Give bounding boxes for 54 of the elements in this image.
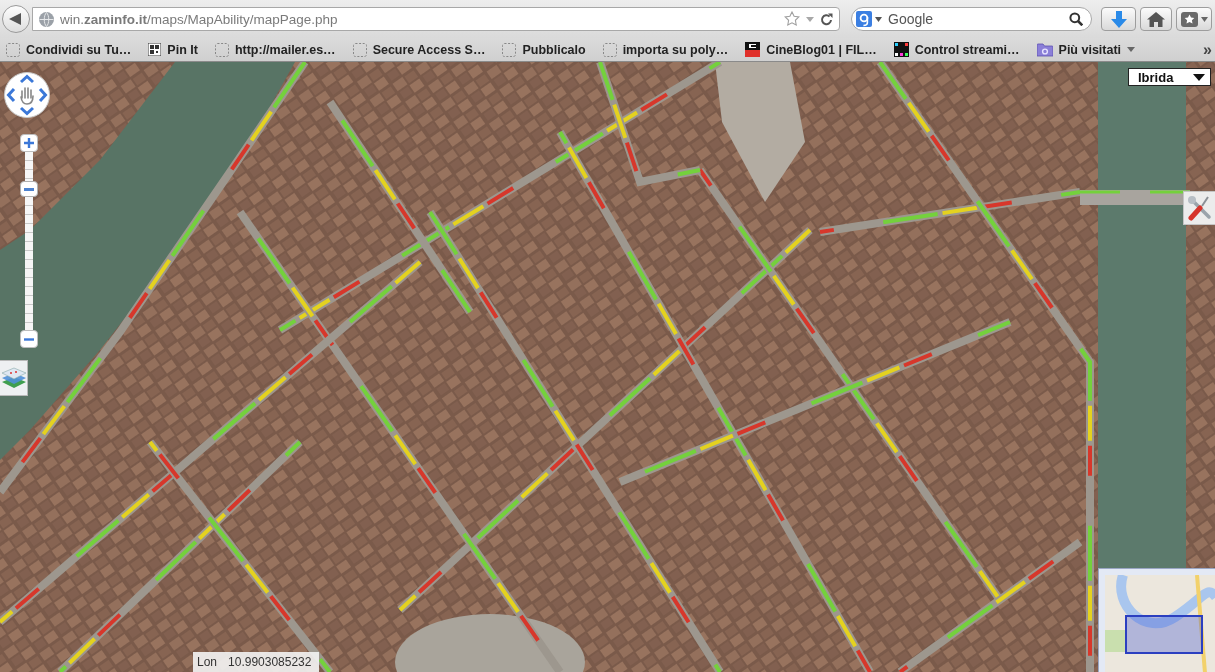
caret-icon [1200, 16, 1208, 22]
search-input[interactable]: Google [885, 11, 1066, 27]
bookmark-link[interactable]: Secure Access S… [352, 42, 486, 57]
site-logo-icon [745, 42, 761, 57]
search-engine-icon[interactable] [856, 11, 872, 27]
search-field[interactable]: Google [851, 7, 1092, 31]
zoom-in-button[interactable] [20, 134, 38, 152]
bookmark-link[interactable]: Pin It [148, 42, 198, 57]
layers-icon [1, 367, 26, 389]
page-icon [602, 42, 617, 57]
plus-icon [24, 138, 34, 148]
coordinate-label: Lon [197, 655, 218, 669]
reload-icon[interactable] [820, 12, 833, 26]
folder-icon [1036, 42, 1053, 57]
search-icon[interactable] [1069, 12, 1083, 26]
page-icon [352, 42, 367, 57]
minus-icon [24, 337, 34, 341]
qr-code-icon [148, 43, 162, 56]
bookmark-star-icon[interactable] [784, 11, 800, 27]
home-button[interactable] [1140, 7, 1172, 31]
coordinate-value: 10.9903085232 [228, 655, 312, 669]
tools-button[interactable] [1183, 191, 1215, 225]
caret-icon [1127, 47, 1136, 52]
bookmark-link[interactable]: CineBlog01 | FIL… [745, 42, 877, 57]
download-arrow-icon [1110, 10, 1127, 28]
layers-button[interactable] [0, 360, 28, 396]
bookmark-link[interactable]: http://mailer.es… [214, 42, 336, 57]
bookmark-link[interactable]: Pubblicalo [502, 42, 586, 57]
bookmarks-menu-button[interactable] [1176, 7, 1212, 31]
home-icon [1147, 11, 1165, 27]
download-button[interactable] [1101, 7, 1136, 31]
zoom-slider-thumb[interactable] [20, 181, 38, 198]
map-type-dropdown[interactable]: Ibrida [1128, 68, 1211, 86]
back-arrow-icon [9, 13, 21, 25]
page-icon [502, 42, 517, 57]
bookmark-link[interactable]: Condividi su Tu… [6, 42, 132, 57]
back-button[interactable] [2, 5, 30, 33]
page-icon [6, 42, 20, 57]
zoom-out-button[interactable] [20, 330, 38, 348]
pan-control-icon[interactable] [4, 72, 50, 118]
caret-icon[interactable] [875, 16, 882, 22]
dots-logo-icon [893, 42, 909, 57]
star-box-icon [1180, 11, 1198, 27]
page-icon [214, 42, 229, 57]
bookmarks-overflow-button[interactable]: » [1203, 40, 1212, 59]
wrench-screwdriver-icon [1186, 195, 1213, 221]
caret-icon [1193, 73, 1205, 81]
overview-viewport[interactable] [1125, 615, 1203, 654]
bookmark-link[interactable]: Control streami… [893, 42, 1020, 57]
bookmark-link[interactable]: Più visitati [1036, 42, 1136, 57]
globe-icon [39, 11, 54, 27]
address-field[interactable]: win.zaminfo.it/maps/MapAbility/mapPage.php [32, 7, 840, 31]
bookmark-link[interactable]: importa su poly… [602, 42, 729, 57]
url-text: win.zaminfo.it/maps/MapAbility/mapPage.php [60, 11, 339, 27]
